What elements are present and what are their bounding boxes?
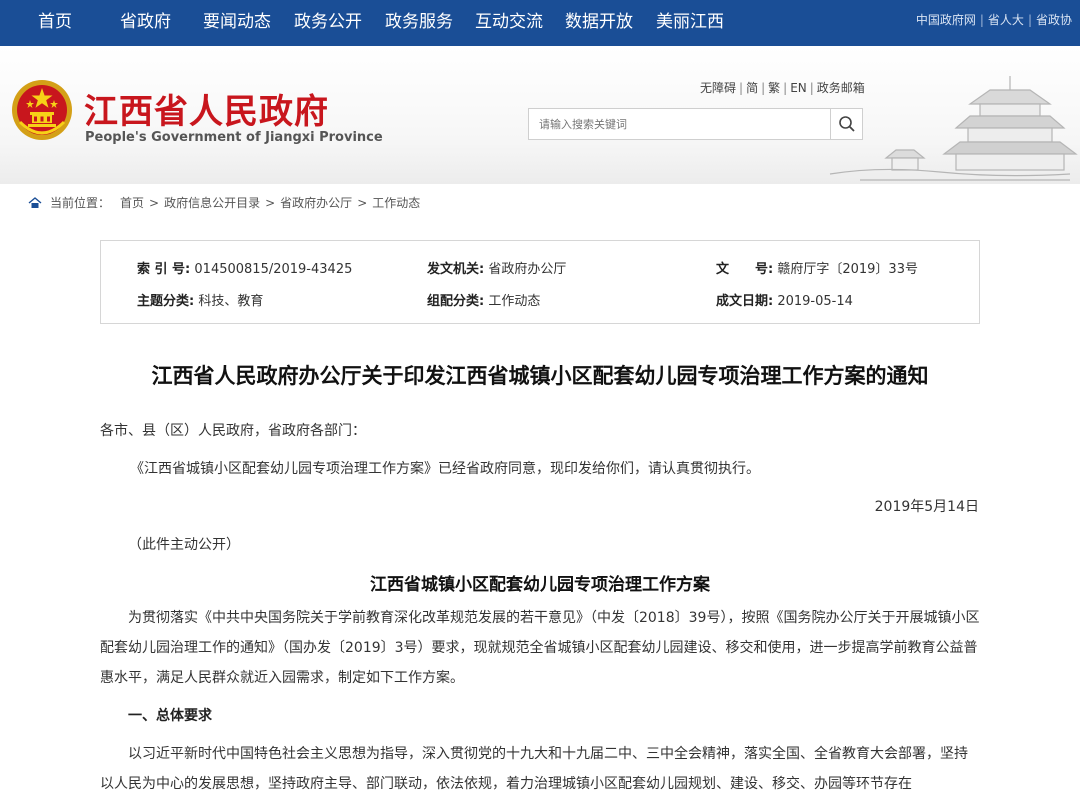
- search-box: [528, 108, 863, 140]
- divider: |: [1027, 13, 1032, 27]
- meta-date-value: 2019-05-14: [777, 294, 853, 309]
- meta-index-value: 014500815/2019-43425: [194, 262, 353, 277]
- plan-paragraph-1: 为贯彻落实《中共中央国务院关于学前教育深化改革规范发展的若干意见》（中发〔201…: [100, 610, 980, 686]
- breadcrumb-separator: >: [265, 195, 276, 210]
- link-china-government[interactable]: 中国政府网: [916, 13, 976, 27]
- divider: |: [809, 81, 814, 95]
- disclosure-note: （此件主动公开）: [128, 537, 240, 553]
- meta-issuer-value: 省政府办公厅: [488, 262, 567, 277]
- meta-date-label: 成文日期:: [716, 294, 774, 309]
- home-icon: [28, 196, 42, 208]
- breadcrumb-item-disclosure-catalog[interactable]: 政府信息公开目录: [164, 194, 260, 211]
- meta-group-value: 工作动态: [488, 294, 541, 309]
- breadcrumb-item-work-news[interactable]: 工作动态: [372, 194, 420, 211]
- meta-document-number-label: 文 号:: [716, 262, 774, 277]
- traditional-chinese-link[interactable]: 繁: [768, 81, 780, 95]
- document-title: 江西省人民政府办公厅关于印发江西省城镇小区配套幼儿园专项治理工作方案的通知: [151, 364, 929, 388]
- link-provincial-congress[interactable]: 省人大: [988, 13, 1024, 27]
- link-provincial-cppcc[interactable]: 省政协: [1036, 13, 1072, 27]
- english-link[interactable]: EN: [790, 81, 807, 95]
- site-header: 江西省人民政府 People's Government of Jiangxi P…: [0, 46, 1080, 184]
- site-subtitle: People's Government of Jiangxi Province: [85, 130, 383, 145]
- document-metadata: 索 引 号: 014500815/2019-43425 发文机关: 省政府办公厅…: [100, 240, 980, 324]
- breadcrumb-item-home[interactable]: 首页: [120, 194, 144, 211]
- nav-item-open-data[interactable]: 数据开放: [565, 0, 633, 46]
- nav-item-interaction[interactable]: 互动交流: [475, 0, 543, 46]
- meta-index: 索 引 号: 014500815/2019-43425: [137, 258, 352, 277]
- divider: |: [783, 81, 788, 95]
- national-emblem-icon: [12, 80, 72, 140]
- meta-document-number: 文 号: 赣府厅字〔2019〕33号: [716, 258, 918, 277]
- site-title[interactable]: 江西省人民政府: [84, 84, 329, 133]
- meta-issuer: 发文机关: 省政府办公厅: [427, 258, 566, 277]
- search-input[interactable]: [529, 109, 831, 139]
- meta-topic-value: 科技、教育: [198, 294, 264, 309]
- breadcrumb: 当前位置： 首页 > 政府信息公开目录 > 省政府办公厅 > 工作动态: [28, 194, 420, 211]
- meta-document-number-value: 赣府厅字〔2019〕33号: [777, 262, 918, 277]
- divider: |: [979, 13, 984, 27]
- divider: |: [761, 81, 766, 95]
- nav-item-news[interactable]: 要闻动态: [203, 0, 271, 46]
- divider: |: [739, 81, 744, 95]
- meta-topic: 主题分类: 科技、教育: [137, 290, 263, 309]
- accessibility-link[interactable]: 无障碍: [700, 81, 736, 95]
- nav-item-beautiful-jiangxi[interactable]: 美丽江西: [656, 0, 724, 46]
- plan-paragraph-2: 以习近平新时代中国特色社会主义思想为指导，深入贯彻党的十九大和十九届二中、三中全…: [100, 746, 968, 792]
- meta-date: 成文日期: 2019-05-14: [716, 290, 853, 309]
- section-heading-general-requirements: 一、总体要求: [128, 708, 212, 724]
- tengwang-pavilion-illustration: [829, 76, 1078, 181]
- meta-topic-label: 主题分类:: [137, 294, 195, 309]
- nav-item-government-services[interactable]: 政务服务: [385, 0, 453, 46]
- breadcrumb-label: 当前位置：: [50, 196, 111, 210]
- breadcrumb-separator: >: [357, 195, 368, 210]
- plan-title: 江西省城镇小区配套幼儿园专项治理工作方案: [370, 575, 710, 595]
- meta-index-label: 索 引 号:: [137, 262, 191, 277]
- breadcrumb-item-general-office[interactable]: 省政府办公厅: [280, 194, 352, 211]
- meta-group: 组配分类: 工作动态: [427, 290, 540, 309]
- meta-issuer-label: 发文机关:: [427, 262, 485, 277]
- document-salutation: 各市、县（区）人民政府，省政府各部门：: [100, 423, 366, 439]
- nav-item-home[interactable]: 首页: [38, 0, 72, 46]
- meta-group-label: 组配分类:: [427, 294, 485, 309]
- external-links: 中国政府网 | 省人大 | 省政协: [916, 0, 1072, 46]
- top-navigation: 首页 省政府 要闻动态 政务公开 政务服务 互动交流 数据开放 美丽江西 中国政…: [0, 0, 1080, 46]
- document-body: 《江西省城镇小区配套幼儿园专项治理工作方案》已经省政府同意，现印发给你们，请认真…: [130, 461, 760, 477]
- nav-item-government-affairs-disclosure[interactable]: 政务公开: [294, 0, 362, 46]
- breadcrumb-separator: >: [149, 195, 160, 210]
- nav-item-provincial-government[interactable]: 省政府: [120, 0, 171, 46]
- simplified-chinese-link[interactable]: 简: [746, 81, 758, 95]
- document-date: 2019年5月14日: [874, 499, 979, 515]
